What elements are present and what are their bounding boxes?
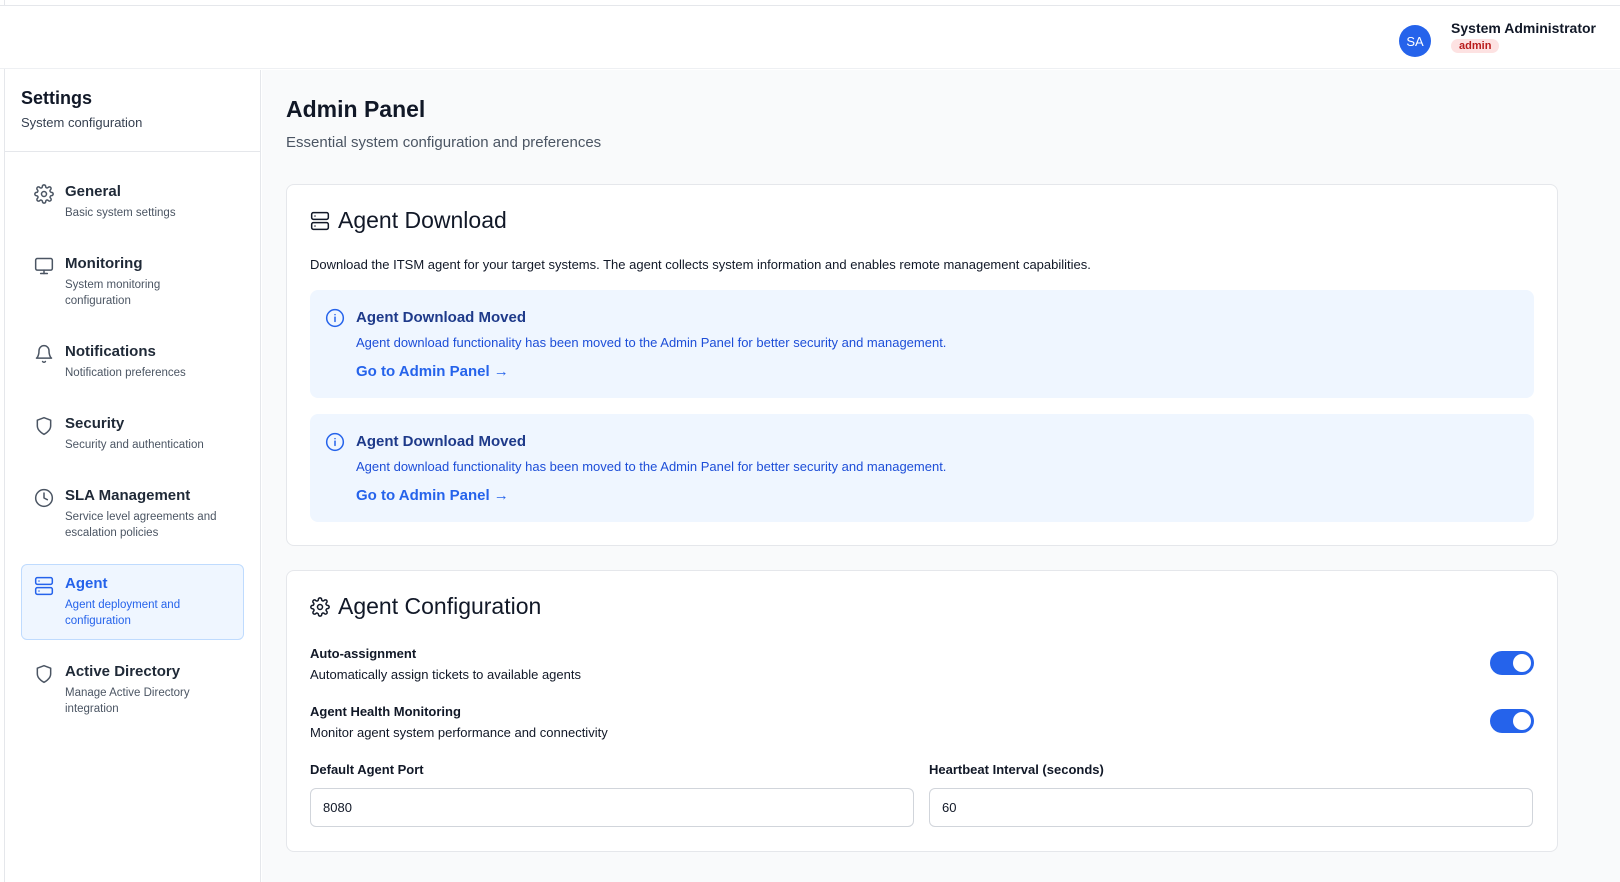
settings-sidebar: Settings System configuration General Ba… bbox=[5, 70, 261, 882]
info-icon bbox=[325, 308, 345, 328]
sidebar-item-label: Active Directory bbox=[65, 663, 181, 680]
sidebar-title: Settings bbox=[21, 88, 93, 108]
agent-health-monitoring-row: Agent Health Monitoring Monitor agent sy… bbox=[310, 704, 1534, 740]
agent-health-monitoring-toggle[interactable] bbox=[1490, 709, 1534, 733]
toggle-knob bbox=[1513, 654, 1531, 672]
toggle-label: Agent Health Monitoring bbox=[310, 704, 461, 719]
sidebar-item-label: Agent bbox=[65, 575, 108, 592]
sidebar-subtitle: System configuration bbox=[21, 115, 143, 130]
toggle-description: Monitor agent system performance and con… bbox=[310, 725, 608, 740]
sidebar-item-notifications[interactable]: Notifications Notification preferences bbox=[21, 332, 244, 392]
avatar[interactable]: SA bbox=[1399, 25, 1432, 57]
page-subtitle: Essential system configuration and prefe… bbox=[286, 134, 602, 151]
gear-icon bbox=[310, 596, 330, 617]
main-content: Admin Panel Essential system configurati… bbox=[262, 70, 1620, 882]
sidebar-item-description: Manage Active Directory integration bbox=[65, 687, 190, 715]
field-label: Default Agent Port bbox=[310, 762, 424, 777]
sidebar-item-description: Agent deployment and configuration bbox=[65, 599, 181, 627]
gear-icon bbox=[34, 184, 54, 204]
shield-icon bbox=[36, 664, 52, 684]
role-badge: admin bbox=[1451, 39, 1500, 53]
sidebar-item-active-directory[interactable]: Active Directory Manage Active Directory… bbox=[21, 652, 244, 728]
sidebar-item-label: Security bbox=[65, 415, 125, 432]
sidebar-item-monitoring[interactable]: Monitoring System monitoring configurati… bbox=[21, 244, 244, 320]
toggle-description: Automatically assign tickets to availabl… bbox=[310, 667, 581, 682]
monitor-icon bbox=[34, 257, 54, 275]
alert-text: Agent download functionality has been mo… bbox=[356, 335, 947, 350]
info-alert: Agent Download Moved Agent download func… bbox=[310, 414, 1534, 522]
user-menu[interactable]: SA System Administrator admin bbox=[1399, 20, 1596, 57]
sidebar-item-label: SLA Management bbox=[65, 487, 191, 504]
card-title-text: Agent Download bbox=[338, 207, 507, 233]
go-to-admin-panel-link[interactable]: Go to Admin Panel → bbox=[356, 487, 509, 504]
info-icon bbox=[325, 432, 345, 452]
bell-icon bbox=[35, 344, 53, 364]
auto-assignment-toggle[interactable] bbox=[1490, 651, 1534, 675]
sidebar-item-description: Basic system settings bbox=[65, 207, 176, 219]
heartbeat-interval-input[interactable] bbox=[929, 788, 1533, 827]
sidebar-item-label: General bbox=[65, 183, 121, 200]
go-to-admin-panel-link[interactable]: Go to Admin Panel → bbox=[356, 363, 509, 380]
auto-assignment-row: Auto-assignment Automatically assign tic… bbox=[310, 646, 1534, 682]
agent-download-card: Agent Download Download the ITSM agent f… bbox=[286, 184, 1558, 546]
sidebar-item-description: Security and authentication bbox=[65, 439, 204, 451]
sidebar-item-sla-management[interactable]: SLA Management Service level agreements … bbox=[21, 476, 244, 552]
sidebar-nav: General Basic system settings Monitoring… bbox=[5, 152, 260, 728]
sidebar-item-description: System monitoring configuration bbox=[65, 279, 161, 307]
sidebar-header: Settings System configuration bbox=[5, 70, 260, 152]
card-title-text: Agent Configuration bbox=[338, 593, 542, 619]
sidebar-item-description: Notification preferences bbox=[65, 367, 186, 379]
clock-icon bbox=[34, 488, 54, 508]
toggle-label: Auto-assignment bbox=[310, 646, 417, 661]
server-icon bbox=[310, 211, 330, 230]
server-icon bbox=[34, 576, 54, 596]
sidebar-item-agent[interactable]: Agent Agent deployment and configuration bbox=[21, 564, 244, 640]
card-title: Agent Configuration bbox=[310, 593, 541, 620]
card-title: Agent Download bbox=[310, 207, 507, 234]
page-title: Admin Panel bbox=[286, 96, 426, 122]
toggle-knob bbox=[1513, 712, 1531, 730]
alert-text: Agent download functionality has been mo… bbox=[356, 459, 947, 474]
field-label: Heartbeat Interval (seconds) bbox=[929, 762, 1104, 777]
alert-title: Agent Download Moved bbox=[356, 433, 526, 450]
agent-configuration-card: Agent Configuration Auto-assignment Auto… bbox=[286, 570, 1558, 852]
info-alert: Agent Download Moved Agent download func… bbox=[310, 290, 1534, 398]
shield-icon bbox=[36, 416, 52, 436]
alert-title: Agent Download Moved bbox=[356, 309, 526, 326]
sidebar-item-general[interactable]: General Basic system settings bbox=[21, 172, 244, 232]
sidebar-item-label: Monitoring bbox=[65, 255, 143, 272]
top-bar: SA System Administrator admin bbox=[0, 5, 1620, 69]
card-description: Download the ITSM agent for your target … bbox=[310, 257, 1091, 272]
sidebar-item-security[interactable]: Security Security and authentication bbox=[21, 404, 244, 464]
sidebar-item-label: Notifications bbox=[65, 343, 156, 360]
default-agent-port-input[interactable] bbox=[310, 788, 914, 827]
heartbeat-interval-field: Heartbeat Interval (seconds) bbox=[929, 762, 1533, 827]
sidebar-item-description: Service level agreements and escalation … bbox=[65, 511, 217, 539]
user-info: System Administrator admin bbox=[1451, 20, 1596, 54]
default-agent-port-field: Default Agent Port bbox=[310, 762, 914, 827]
user-name: System Administrator bbox=[1451, 20, 1596, 36]
